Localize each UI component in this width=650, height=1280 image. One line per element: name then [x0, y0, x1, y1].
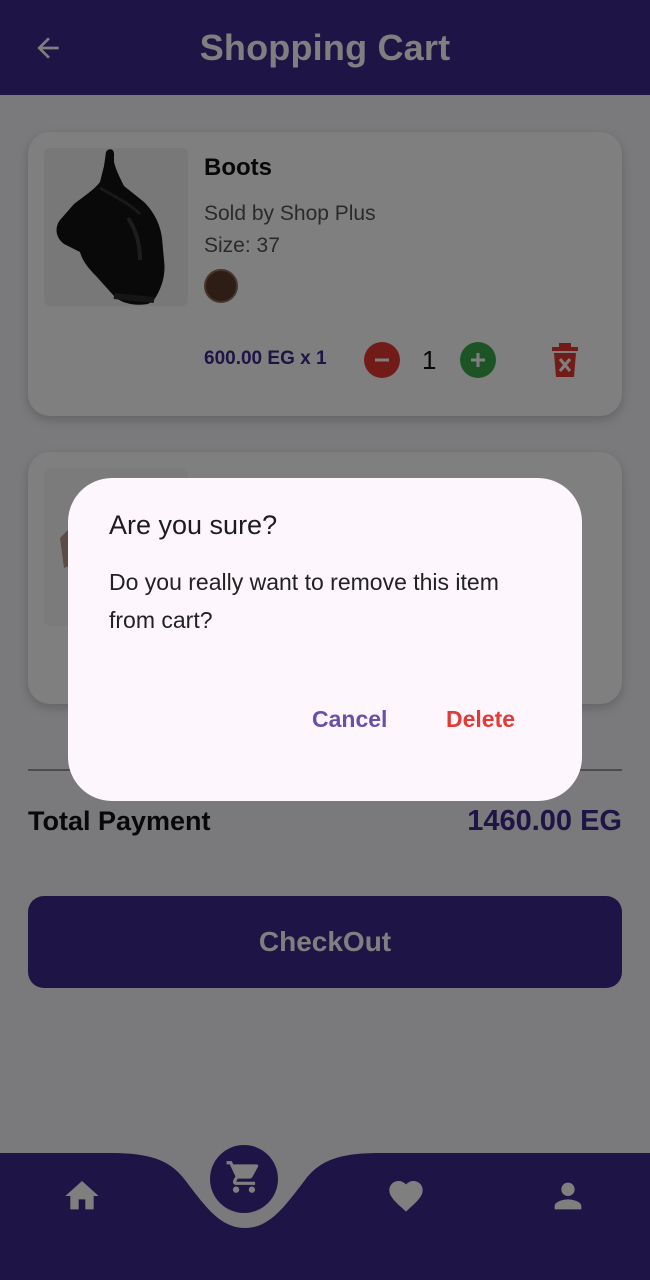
dialog-title: Are you sure? [109, 510, 278, 540]
cancel-button[interactable]: Cancel [302, 700, 397, 739]
confirm-dialog: Are you sure? Do you really want to remo… [68, 478, 582, 801]
dialog-message: Do you really want to remove this item f… [109, 569, 499, 633]
delete-button[interactable]: Delete [436, 700, 525, 739]
